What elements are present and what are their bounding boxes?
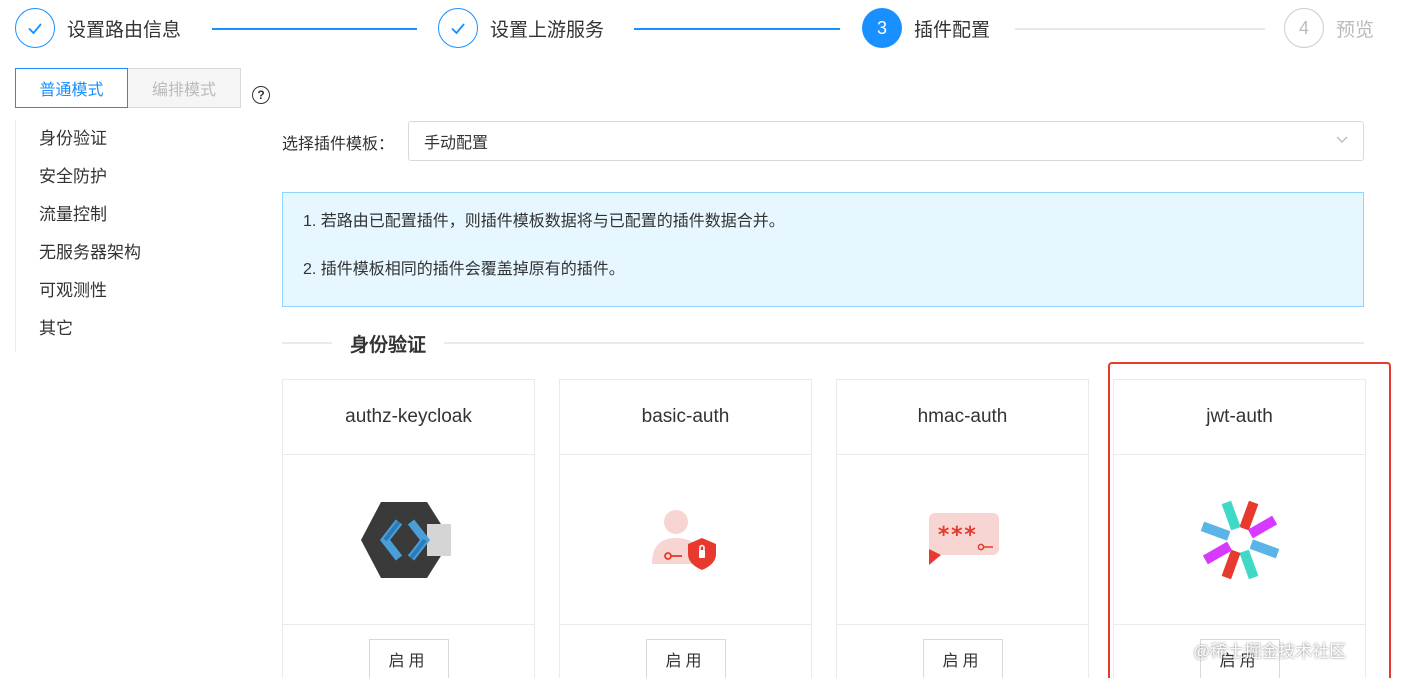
check-icon <box>438 8 478 48</box>
sidebar-item-other[interactable]: 其它 <box>16 310 255 348</box>
enable-button[interactable]: 启用 <box>922 639 1003 678</box>
user-lock-icon <box>651 509 716 570</box>
plugin-name: basic-auth <box>560 380 811 455</box>
step-label: 预览 <box>1336 19 1375 41</box>
step-label: 设置上游服务 <box>490 19 605 41</box>
plugin-name: hmac-auth <box>837 380 1088 455</box>
check-icon <box>15 8 55 48</box>
sidebar-item-auth[interactable]: 身份验证 <box>16 120 255 158</box>
plugin-card: hmac-auth *** 启用 <box>836 379 1089 678</box>
selected-card-highlight <box>1108 362 1391 678</box>
mode-switch: 普通模式 编排模式 <box>15 68 241 108</box>
step-connector <box>1015 28 1265 30</box>
enable-button[interactable]: 启用 <box>368 639 449 678</box>
sidebar-item-security[interactable]: 安全防护 <box>16 158 255 196</box>
step-label: 插件配置 <box>914 19 991 41</box>
category-title: 身份验证 <box>332 330 445 357</box>
plugin-card: basic-auth 启用 <box>559 379 812 678</box>
normal-mode-button[interactable]: 普通模式 <box>15 68 128 108</box>
keycloak-icon <box>360 501 451 578</box>
enable-button[interactable]: 启用 <box>645 639 726 678</box>
step-connector <box>634 28 840 30</box>
sidebar-item-serverless[interactable]: 无服务器架构 <box>16 234 255 272</box>
question-circle-icon[interactable]: ? <box>252 86 270 104</box>
step-plugin-config[interactable]: 3 插件配置 <box>862 8 990 48</box>
watermark: @稀土掘金技术社区 <box>1193 642 1347 661</box>
step-route-info[interactable]: 设置路由信息 <box>15 8 181 48</box>
steps-bar: 设置路由信息 设置上游服务 3 插件配置 4 预览 <box>0 0 1402 58</box>
plugin-category-sidebar: 身份验证 安全防护 流量控制 无服务器架构 可观测性 其它 <box>15 120 255 352</box>
category-divider <box>282 342 1364 344</box>
plugin-card: authz-keycloak 启用 <box>282 379 535 678</box>
info-alert: 1. 若路由已配置插件，则插件模板数据将与已配置的插件数据合并。 2. 插件模板… <box>282 192 1364 307</box>
info-line: 1. 若路由已配置插件，则插件模板数据将与已配置的插件数据合并。 <box>303 213 785 230</box>
password-chat-icon: *** <box>928 512 999 565</box>
sidebar-item-traffic[interactable]: 流量控制 <box>16 196 255 234</box>
step-upstream[interactable]: 设置上游服务 <box>438 8 604 48</box>
info-line: 2. 插件模板相同的插件会覆盖掉原有的插件。 <box>303 261 625 278</box>
template-select-value: 手动配置 <box>424 135 489 152</box>
sidebar-item-observability[interactable]: 可观测性 <box>16 272 255 310</box>
orchestration-mode-button[interactable]: 编排模式 <box>128 68 241 108</box>
step-number: 4 <box>1284 8 1324 48</box>
plugin-name: authz-keycloak <box>283 380 534 455</box>
template-select[interactable]: 手动配置 <box>408 121 1364 161</box>
step-number: 3 <box>862 8 902 48</box>
chevron-down-icon <box>1336 136 1348 143</box>
step-connector <box>212 28 417 30</box>
step-label: 设置路由信息 <box>67 19 182 41</box>
step-preview[interactable]: 4 预览 <box>1284 8 1374 48</box>
svg-text:***: *** <box>937 523 977 548</box>
template-select-label: 选择插件模板： <box>282 136 395 153</box>
